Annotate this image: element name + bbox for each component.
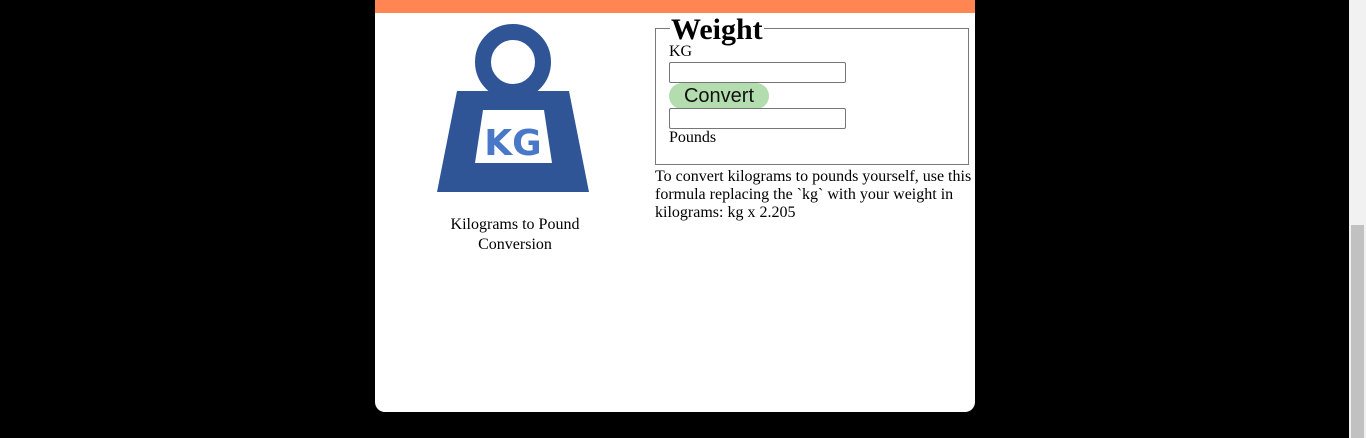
formula-text: To convert kilograms to pounds yourself,… [655, 168, 972, 221]
vertical-scrollbar[interactable] [1349, 0, 1366, 438]
logo-text: KG [484, 123, 541, 164]
weight-fieldset: Weight KG Convert Pounds [655, 13, 969, 165]
kg-label: KG [669, 43, 693, 60]
card-top-bar [375, 0, 975, 13]
convert-button[interactable]: Convert [669, 83, 769, 109]
fieldset-legend: Weight [670, 13, 764, 47]
kg-input[interactable] [669, 62, 846, 83]
pounds-label: Pounds [669, 129, 717, 146]
pounds-output[interactable] [669, 108, 846, 129]
scrollbar-thumb[interactable] [1351, 225, 1364, 438]
page-caption: Kilograms to Pound Conversion [450, 216, 580, 253]
kg-weight-icon: KG [437, 24, 589, 192]
converter-card: KG Kilograms to Pound Conversion Weight … [375, 0, 975, 412]
